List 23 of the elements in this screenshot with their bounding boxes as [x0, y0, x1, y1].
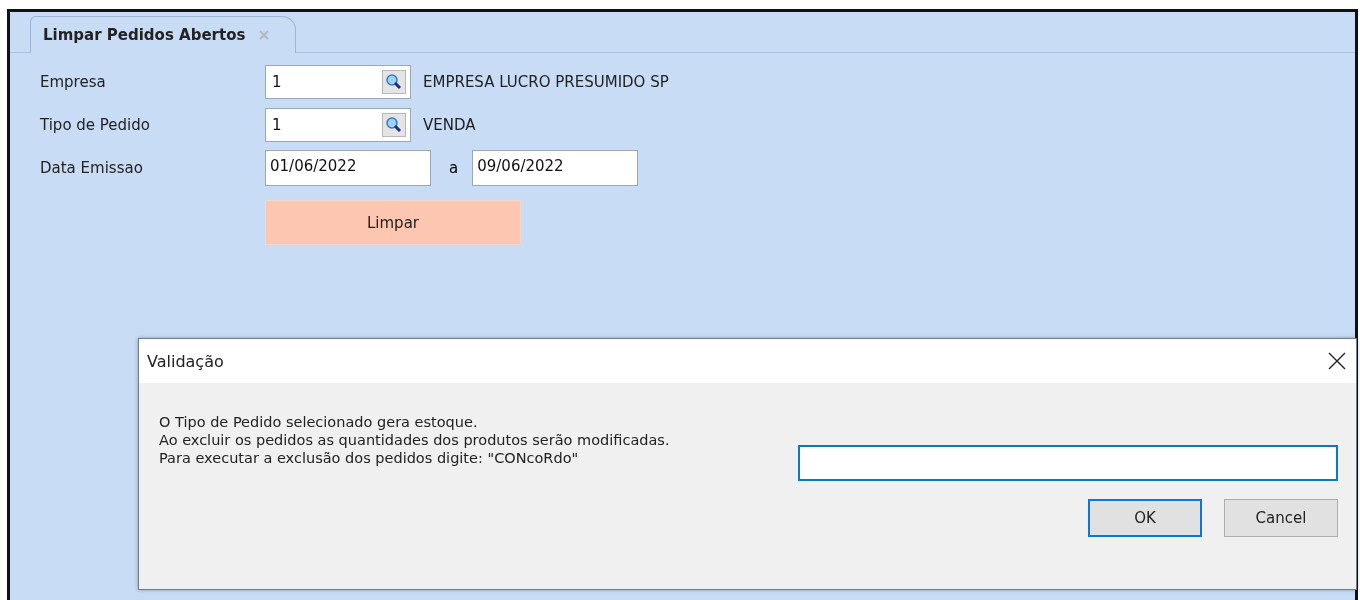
message-text: Ao excluir os pedidos as quantidades dos produtos serão modificadas. — [159, 431, 670, 449]
input-field[interactable]: 1 — [265, 64, 411, 99]
date-field[interactable]: 01/06/2022 — [265, 149, 431, 186]
field-description: EMPRESA LUCRO PRESUMIDO SP — [423, 72, 669, 91]
field-label: Empresa — [40, 72, 107, 91]
field-description: VENDA — [423, 115, 476, 134]
search-icon[interactable] — [382, 112, 406, 137]
ok-button[interactable]: OK — [1088, 499, 1202, 537]
search-icon[interactable] — [382, 69, 406, 94]
date-field[interactable]: 09/06/2022 — [472, 149, 639, 186]
field-label: Data Emissao — [40, 158, 144, 177]
close-icon[interactable] — [1328, 352, 1346, 370]
message-text: O Tipo de Pedido selecionado gera estoque. — [159, 413, 479, 431]
message-text: Para executar a exclusão dos pedidos digite: "CONcoRdo" — [159, 449, 580, 467]
tab[interactable]: Limpar Pedidos Abertos — [30, 16, 297, 53]
cancel-button[interactable]: Cancel — [1224, 499, 1338, 537]
clear-button[interactable]: Limpar — [265, 200, 521, 245]
range-separator: a — [449, 158, 459, 177]
input-field[interactable]: 1 — [265, 107, 411, 142]
field-label: Tipo de Pedido — [40, 115, 151, 134]
input-field[interactable] — [798, 445, 1338, 481]
dialog-title: Validação — [147, 351, 224, 371]
tab-title: Limpar Pedidos Abertos — [43, 26, 246, 44]
